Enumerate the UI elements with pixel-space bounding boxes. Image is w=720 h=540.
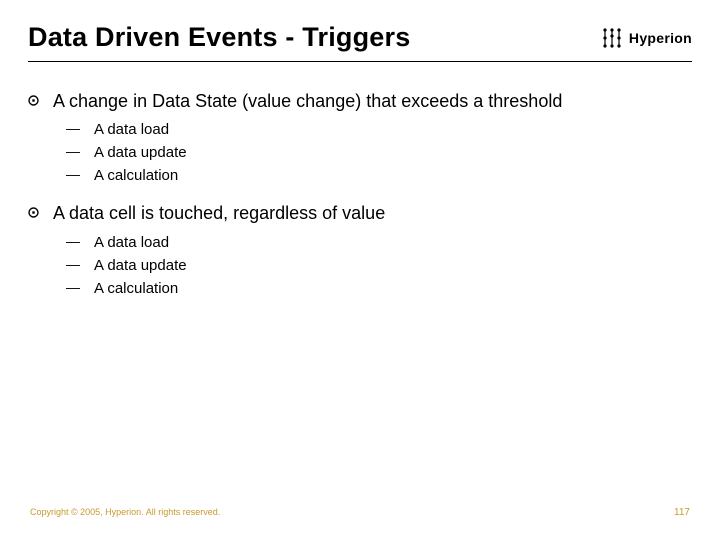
brand-name: Hyperion (629, 30, 692, 46)
hyperion-logo-icon (601, 27, 623, 49)
sub-text: A calculation (94, 165, 178, 186)
bullet-item: A data cell is touched, regardless of va… (28, 202, 692, 298)
page-number: 117 (674, 507, 690, 518)
dash-icon: — (66, 119, 84, 139)
sub-text: A data load (94, 119, 169, 140)
slide: Data Driven Events - Triggers Hyperion (0, 0, 720, 540)
sub-item: — A data update (66, 255, 692, 276)
sub-list: — A data load — A data update — A calculati… (66, 119, 692, 186)
bullet-icon (28, 95, 39, 106)
sub-item: — A data load (66, 119, 692, 140)
sub-text: A data update (94, 142, 187, 163)
bullet-text: A data cell is touched, regardless of va… (53, 202, 385, 225)
sub-text: A data update (94, 255, 187, 276)
bullet-item: A change in Data State (value change) th… (28, 90, 692, 186)
sub-item: — A calculation (66, 278, 692, 299)
bullet-row: A change in Data State (value change) th… (28, 90, 692, 113)
slide-header: Data Driven Events - Triggers Hyperion (28, 22, 692, 62)
slide-body: A change in Data State (value change) th… (28, 90, 692, 315)
bullet-icon (28, 207, 39, 218)
dash-icon: — (66, 142, 84, 162)
sub-text: A calculation (94, 278, 178, 299)
dash-icon: — (66, 278, 84, 298)
dash-icon: — (66, 165, 84, 185)
sub-text: A data load (94, 232, 169, 253)
sub-item: — A data load (66, 232, 692, 253)
sub-item: — A calculation (66, 165, 692, 186)
brand: Hyperion (601, 27, 692, 49)
copyright-text: Copyright © 2005, Hyperion. All rights r… (30, 507, 220, 517)
bullet-row: A data cell is touched, regardless of va… (28, 202, 692, 225)
dash-icon: — (66, 255, 84, 275)
dash-icon: — (66, 232, 84, 252)
sub-item: — A data update (66, 142, 692, 163)
slide-footer: Copyright © 2005, Hyperion. All rights r… (30, 507, 690, 518)
sub-list: — A data load — A data update — A calculati… (66, 232, 692, 299)
bullet-text: A change in Data State (value change) th… (53, 90, 562, 113)
slide-title: Data Driven Events - Triggers (28, 22, 410, 53)
